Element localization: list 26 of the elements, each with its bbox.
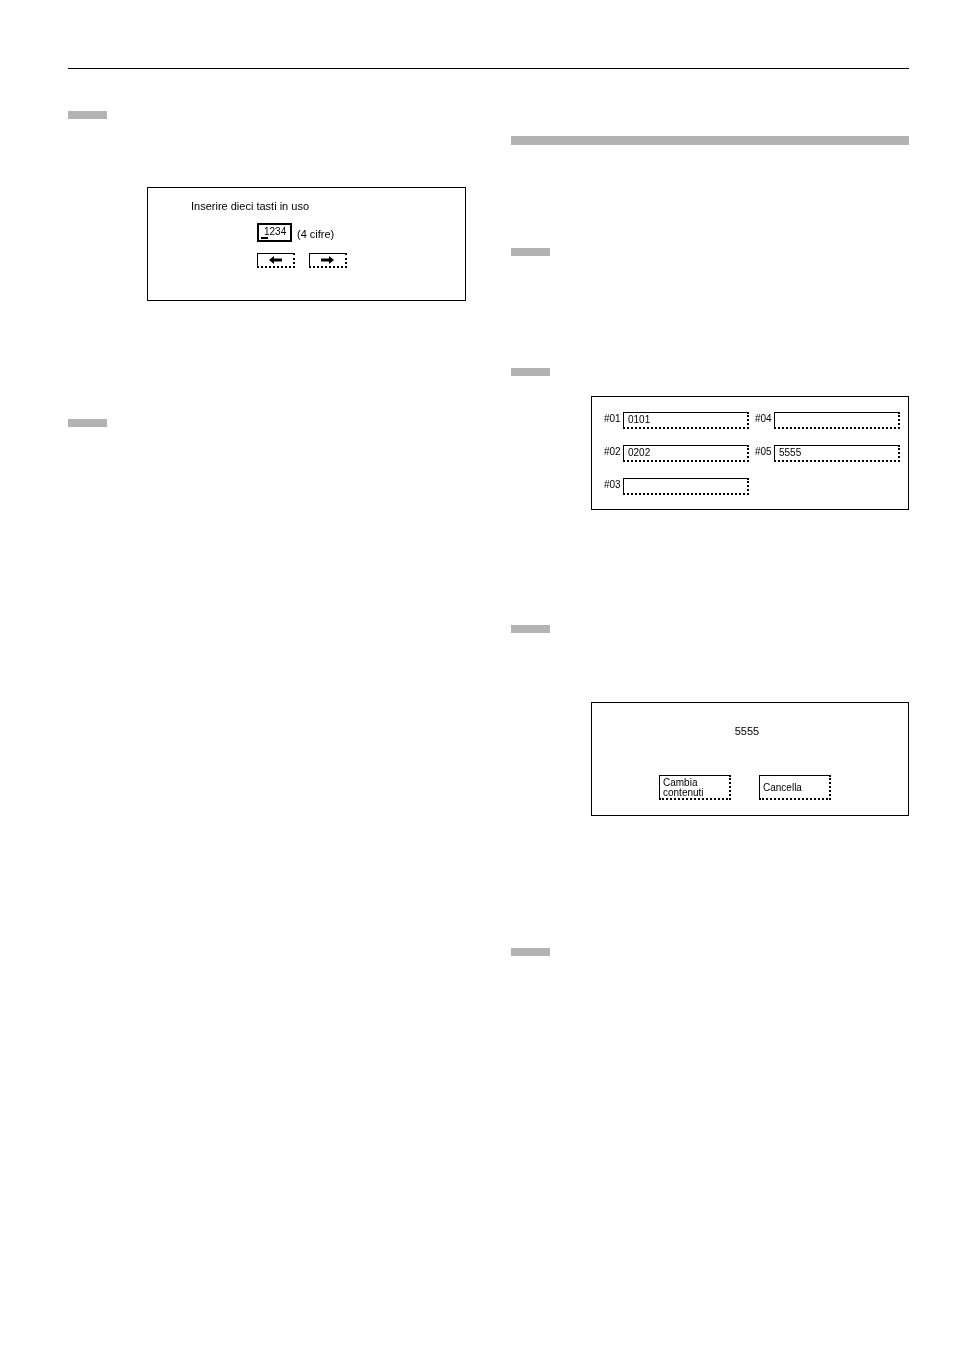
next-button[interactable] bbox=[309, 253, 347, 268]
right-arrow-icon bbox=[321, 256, 334, 264]
code-input-field[interactable]: 1234 bbox=[257, 223, 292, 242]
slot-label: #03 bbox=[604, 479, 622, 491]
slot-input-field[interactable]: 0202 bbox=[623, 445, 749, 462]
slot-input-field[interactable] bbox=[774, 412, 900, 429]
slot-label: #02 bbox=[604, 446, 622, 458]
prompt-text: Inserire dieci tasti in uso bbox=[191, 200, 309, 213]
step-marker bbox=[511, 625, 550, 633]
step-marker bbox=[68, 419, 107, 427]
slot-input-field[interactable] bbox=[623, 478, 749, 495]
slot-label: #04 bbox=[755, 413, 773, 425]
slot-input-field[interactable]: 0101 bbox=[623, 412, 749, 429]
step-marker bbox=[511, 368, 550, 376]
left-arrow-icon bbox=[269, 256, 282, 264]
slot-input-field[interactable]: 5555 bbox=[774, 445, 900, 462]
slot-label: #05 bbox=[755, 446, 773, 458]
step-marker bbox=[511, 248, 550, 256]
digits-hint: (4 cifre) bbox=[297, 227, 335, 241]
change-contents-button[interactable]: Cambia contenuti bbox=[659, 775, 731, 800]
previous-button[interactable] bbox=[257, 253, 295, 268]
delete-button[interactable]: Cancella bbox=[759, 775, 831, 800]
code-text: 5555 bbox=[734, 725, 760, 738]
step-marker bbox=[68, 111, 107, 119]
slot-label: #01 bbox=[604, 413, 622, 425]
step-marker bbox=[511, 948, 550, 956]
